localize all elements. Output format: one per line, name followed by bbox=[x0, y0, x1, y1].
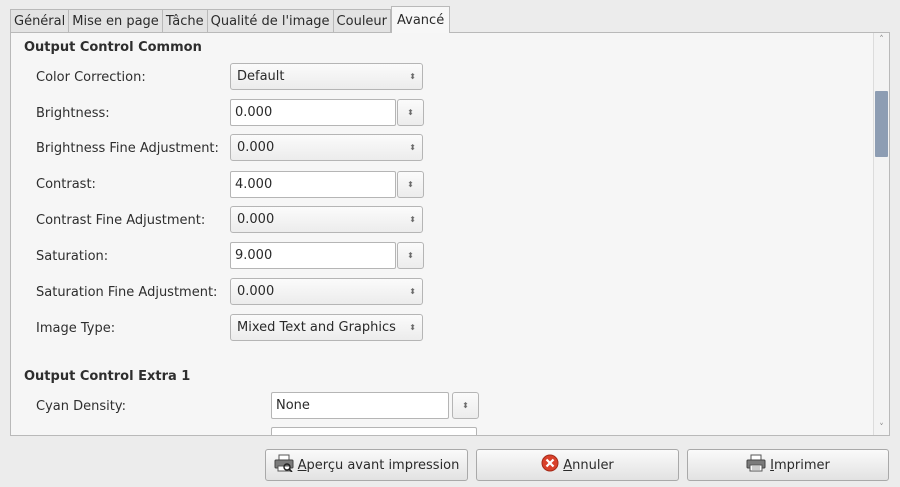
cancel-icon bbox=[541, 454, 559, 476]
brightness-label: Brightness: bbox=[36, 106, 110, 121]
saturation-label: Saturation: bbox=[36, 249, 109, 264]
print-preview-icon bbox=[274, 454, 294, 476]
print-button[interactable]: Imprimer bbox=[687, 449, 889, 481]
saturation-spin-button[interactable]: ⬍ bbox=[397, 242, 424, 269]
combo-arrows-icon: ⬍ bbox=[409, 143, 416, 152]
scroll-down-icon[interactable]: ˅ bbox=[874, 423, 889, 433]
tab-avance[interactable]: Avancé bbox=[391, 6, 451, 33]
brightness-fine-adjustment-label: Brightness Fine Adjustment: bbox=[36, 141, 219, 156]
settings-scroll-area: Output Control Common Color Correction: … bbox=[11, 33, 873, 435]
contrast-label: Contrast: bbox=[36, 177, 96, 192]
contrast-fine-adjustment-combo[interactable]: 0.000 ⬍ bbox=[230, 206, 423, 233]
brightness-fine-adjustment-value: 0.000 bbox=[237, 140, 275, 155]
tab-mise-en-page[interactable]: Mise en page bbox=[69, 9, 163, 33]
cancel-label: Annuler bbox=[563, 457, 614, 473]
image-type-combo[interactable]: Mixed Text and Graphics ⬍ bbox=[230, 314, 423, 341]
cyan-density-spin-button[interactable]: ⬍ bbox=[452, 392, 479, 419]
print-preview-label: Aperçu avant impression bbox=[297, 457, 460, 473]
combo-arrows-icon: ⬍ bbox=[409, 72, 416, 81]
section-title-output-control-extra-1: Output Control Extra 1 bbox=[24, 369, 191, 384]
vertical-scrollbar[interactable]: ˄ ˅ bbox=[873, 33, 889, 435]
combo-arrows-icon: ⬍ bbox=[409, 287, 416, 296]
saturation-fine-adjustment-combo[interactable]: 0.000 ⬍ bbox=[230, 278, 423, 305]
tab-tache[interactable]: Tâche bbox=[162, 9, 208, 33]
scroll-up-icon[interactable]: ˄ bbox=[874, 35, 889, 45]
spin-arrows-icon: ⬍ bbox=[462, 401, 469, 410]
saturation-input[interactable]: 9.000 bbox=[230, 242, 396, 269]
cyan-density-input[interactable]: None bbox=[271, 392, 449, 419]
brightness-fine-adjustment-combo[interactable]: 0.000 ⬍ bbox=[230, 134, 423, 161]
spin-arrows-icon: ⬍ bbox=[407, 108, 414, 117]
brightness-input[interactable]: 0.000 bbox=[230, 99, 396, 126]
cancel-button[interactable]: Annuler bbox=[476, 449, 679, 481]
image-type-label: Image Type: bbox=[36, 321, 116, 336]
section-title-output-control-common: Output Control Common bbox=[24, 40, 202, 55]
contrast-fine-adjustment-value: 0.000 bbox=[237, 212, 275, 227]
tab-bar: Général Mise en page Tâche Qualité de l'… bbox=[10, 6, 451, 33]
contrast-fine-adjustment-label: Contrast Fine Adjustment: bbox=[36, 213, 206, 228]
tab-general[interactable]: Général bbox=[10, 9, 70, 33]
tab-couleur[interactable]: Couleur bbox=[333, 9, 392, 33]
saturation-fine-adjustment-label: Saturation Fine Adjustment: bbox=[36, 285, 218, 300]
cyan-density-label: Cyan Density: bbox=[36, 399, 126, 414]
spin-arrows-icon: ⬍ bbox=[407, 180, 414, 189]
print-label: Imprimer bbox=[770, 457, 830, 473]
brightness-spin-button[interactable]: ⬍ bbox=[397, 99, 424, 126]
combo-arrows-icon: ⬍ bbox=[409, 323, 416, 332]
combo-arrows-icon: ⬍ bbox=[409, 215, 416, 224]
printer-icon bbox=[746, 454, 766, 476]
color-correction-label: Color Correction: bbox=[36, 70, 146, 85]
color-correction-value: Default bbox=[237, 69, 285, 84]
scrollbar-thumb[interactable] bbox=[875, 91, 888, 157]
spin-arrows-icon: ⬍ bbox=[407, 251, 414, 260]
saturation-fine-adjustment-value: 0.000 bbox=[237, 284, 275, 299]
color-correction-combo[interactable]: Default ⬍ bbox=[230, 63, 423, 90]
advanced-settings-panel: Output Control Common Color Correction: … bbox=[10, 32, 890, 436]
contrast-input[interactable]: 4.000 bbox=[230, 171, 396, 198]
print-preview-button[interactable]: Aperçu avant impression bbox=[265, 449, 468, 481]
tab-qualite-image[interactable]: Qualité de l'image bbox=[207, 9, 334, 33]
image-type-value: Mixed Text and Graphics bbox=[237, 320, 396, 335]
contrast-spin-button[interactable]: ⬍ bbox=[397, 171, 424, 198]
next-field-input-partial[interactable] bbox=[271, 427, 477, 435]
